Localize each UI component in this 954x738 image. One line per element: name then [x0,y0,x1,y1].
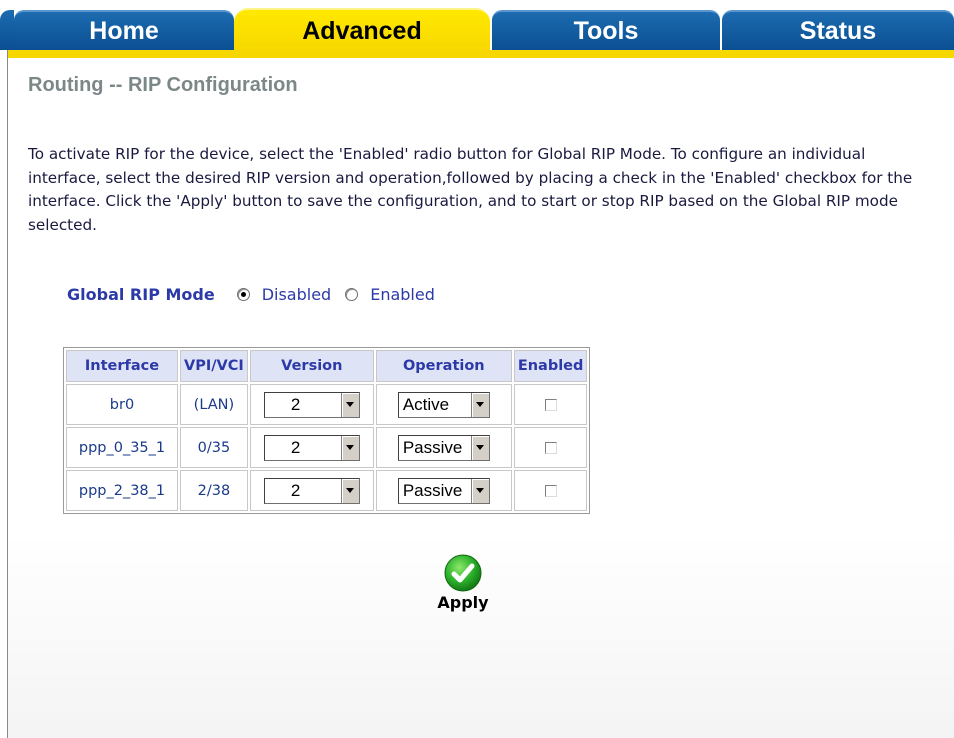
cell-enabled [513,384,588,425]
tab-home[interactable]: Home [14,10,234,50]
radio-enabled[interactable] [345,288,359,301]
cell-version: 2 [249,470,374,511]
cell-operation: Passive [375,427,512,468]
col-interface: Interface [66,350,178,382]
enabled-checkbox[interactable] [544,484,557,497]
tab-tools[interactable]: Tools [492,10,720,50]
apply-button[interactable]: Apply [428,553,498,612]
version-select-value: 2 [290,480,301,500]
cell-vpi-vci: 2/38 [180,470,248,511]
cell-vpi-vci: 0/35 [180,427,248,468]
apply-label: Apply [437,593,489,612]
cell-version: 2 [249,427,374,468]
operation-select[interactable]: Active [397,391,490,418]
global-rip-mode-label: Global RIP Mode [67,285,215,304]
table-row: ppp_0_35_1 0/35 2 Passive [66,427,588,468]
cell-operation: Active [375,384,512,425]
version-select[interactable]: 2 [263,434,360,461]
operation-select-value: Passive [402,437,463,457]
enabled-checkbox[interactable] [544,441,557,454]
tab-status[interactable]: Status [722,10,954,50]
cell-version: 2 [249,384,374,425]
enabled-checkbox[interactable] [544,398,557,411]
cell-interface: br0 [66,384,178,425]
col-enabled: Enabled [513,350,588,382]
page-title: Routing -- RIP Configuration [28,74,298,96]
chevron-down-icon[interactable] [470,435,489,460]
chevron-down-icon[interactable] [340,478,359,503]
chevron-down-icon[interactable] [470,392,489,417]
operation-select-value: Active [402,394,450,414]
version-select[interactable]: 2 [263,391,360,418]
operation-select[interactable]: Passive [397,434,490,461]
operation-select-value: Passive [402,480,463,500]
cell-interface: ppp_0_35_1 [66,427,178,468]
checkmark-icon[interactable] [443,553,483,593]
col-version: Version [249,350,374,382]
version-select[interactable]: 2 [263,477,360,504]
table-row: ppp_2_38_1 2/38 2 Passive [66,470,588,511]
chevron-down-icon[interactable] [470,478,489,503]
radio-enabled-label: Enabled [370,285,435,304]
chevron-down-icon[interactable] [340,392,359,417]
chevron-down-icon[interactable] [340,435,359,460]
radio-disabled[interactable] [236,288,250,301]
cell-interface: ppp_2_38_1 [66,470,178,511]
version-select-value: 2 [290,437,301,457]
left-border [7,50,8,738]
version-select-value: 2 [290,394,301,414]
cell-operation: Passive [375,470,512,511]
global-rip-mode: Global RIP Mode Disabled Enabled [67,285,449,304]
table-row: br0 (LAN) 2 Active [66,384,588,425]
cell-enabled [513,470,588,511]
page-description: To activate RIP for the device, select t… [28,145,913,234]
rip-interface-table: Interface VPI/VCI Version Operation Enab… [63,347,591,514]
cell-vpi-vci: (LAN) [180,384,248,425]
tab-underline-bar [8,50,954,58]
col-vpi-vci: VPI/VCI [180,350,248,382]
nav-tab-bar: Home Advanced Tools Status [0,0,954,52]
col-operation: Operation [375,350,512,382]
tab-advanced[interactable]: Advanced [234,8,490,52]
cell-enabled [513,427,588,468]
radio-disabled-label: Disabled [261,285,332,304]
table-header-row: Interface VPI/VCI Version Operation Enab… [66,350,588,382]
tab-bar-left-edge [0,10,14,50]
operation-select[interactable]: Passive [397,477,490,504]
